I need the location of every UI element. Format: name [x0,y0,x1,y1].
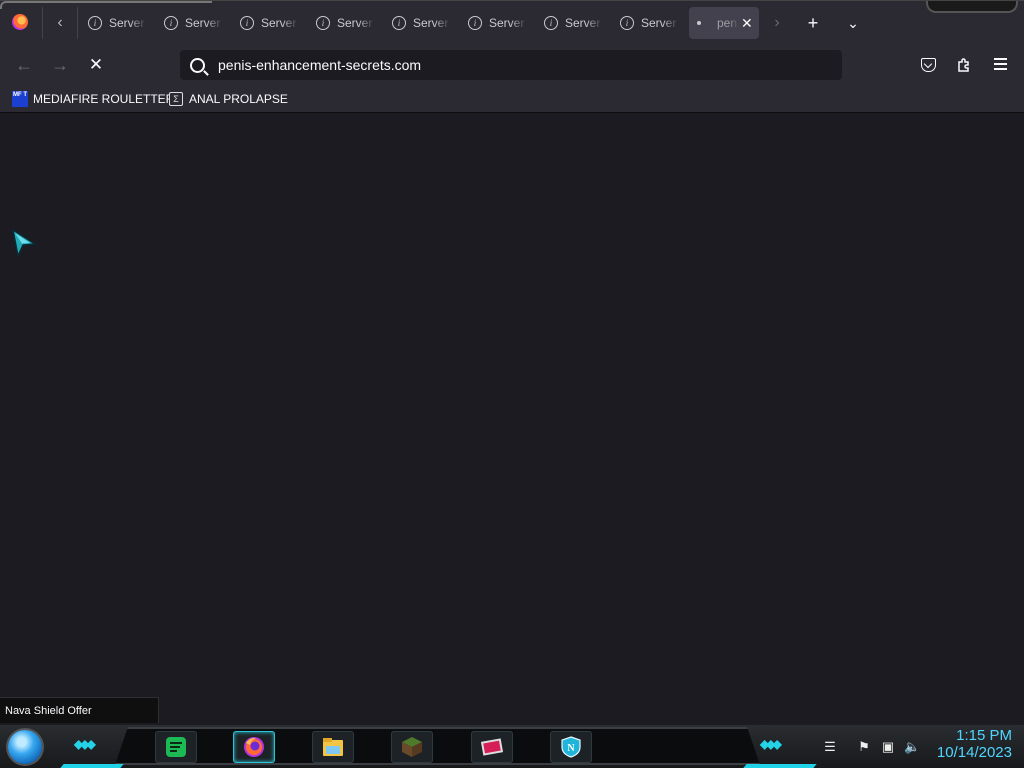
clock-time: 1:15 PM [956,727,1012,744]
pocket-button[interactable] [917,54,939,76]
bookmark-favicon-icon: Σ [169,92,183,106]
tab-label: Server [185,16,221,30]
new-tab-button[interactable]: + [803,13,823,33]
svg-text:N: N [567,743,575,754]
puzzle-icon [958,58,969,72]
bookmark-item[interactable]: MF T MEDIAFIRE ROULETTER [12,90,174,108]
app-menu-button[interactable] [989,54,1011,76]
info-icon: i [620,16,634,30]
tab[interactable]: i Server [536,7,606,39]
tab-label: Server [641,16,677,30]
tab[interactable]: i Server [80,7,150,39]
start-orb-button[interactable] [8,730,42,764]
list-all-tabs-button[interactable]: ⌄ [843,13,863,33]
info-icon: i [164,16,178,30]
bookmark-label: ANAL PROLAPSE [189,92,288,106]
bookmark-label: MEDIAFIRE ROULETTER [33,92,175,106]
show-hidden-icons[interactable]: ☰ [822,739,838,755]
extensions-button[interactable] [953,54,975,76]
stop-loading-button[interactable]: ✕ [85,54,107,76]
tab[interactable]: i Server [460,7,530,39]
taskbar-app-firefox[interactable] [233,731,275,763]
firefox-icon[interactable] [12,14,28,30]
tab[interactable]: i Server [308,7,378,39]
pocket-icon [920,58,936,72]
info-icon: i [88,16,102,30]
url-text[interactable]: penis-enhancement-secrets.com [218,57,421,73]
scroll-tabs-left-icon[interactable]: ‹ [50,13,70,33]
nava-shield-icon: N [561,736,581,758]
url-bar[interactable]: penis-enhancement-secrets.com [180,50,842,80]
tab-strip-divider [42,7,43,39]
info-icon: i [316,16,330,30]
window-frame-decoration-right [926,1,1018,13]
image-app-icon [480,738,504,756]
firefox-icon [244,737,264,757]
mouse-cursor-icon [11,228,38,259]
tab-strip: ‹ i Server i Server i Server i Server i … [0,0,1024,45]
taskbar-app-nava-shield[interactable]: N [550,731,592,763]
network-icon[interactable]: ▣ [880,739,896,755]
file-explorer-icon [323,738,343,756]
hamburger-menu-icon [993,58,1007,73]
note-app-icon [166,737,186,757]
taskbar-app-image-viewer[interactable] [471,731,513,763]
tab-active[interactable]: pen ✕ [689,7,759,39]
search-icon [190,57,205,73]
taskbar-app-minecraft[interactable] [391,731,433,763]
tab[interactable]: i Server [232,7,302,39]
chevron-decoration-icon: ◆◆◆ [760,737,782,751]
bookmarks-toolbar: MF T MEDIAFIRE ROULETTER Σ ANAL PROLAPSE [0,86,1024,113]
taskbar-app-band [115,727,760,765]
taskbar: ◆◆◆ ◆◆◆ N ☰ ⚑ ▣ 🔈 1:15 PM 10/14/2023 [0,725,1024,768]
clock-date: 10/14/2023 [936,744,1012,761]
tab-label: Server [261,16,297,30]
system-clock[interactable]: 1:15 PM 10/14/2023 [937,727,1012,761]
taskbar-app-file-explorer[interactable] [312,731,354,763]
forward-button[interactable]: → [49,54,71,76]
page-content-area[interactable] [0,113,1024,725]
tab-label: Server [413,16,449,30]
tab-label: Server [109,16,145,30]
scroll-tabs-right-icon[interactable]: › [767,13,787,33]
back-button[interactable]: ← [13,54,35,76]
flag-icon[interactable]: ⚑ [856,739,872,755]
tab-label: Server [337,16,373,30]
bookmark-item[interactable]: Σ ANAL PROLAPSE [169,90,288,108]
tab-label: pen [717,16,738,30]
tab[interactable]: i Server [384,7,454,39]
tab-strip-divider [77,7,78,39]
status-tooltip: Nava Shield Offer [0,697,159,723]
tab[interactable]: i Server [156,7,226,39]
tab-label: Server [565,16,601,30]
accent-stripe [60,764,124,768]
tab[interactable]: i Server [612,7,682,39]
navigation-toolbar: ← → ✕ penis-enhancement-secrets.com [0,44,1024,86]
info-icon: i [392,16,406,30]
mediafire-favicon-icon: MF T [12,91,28,107]
taskbar-app-notes[interactable] [155,731,197,763]
minecraft-icon [402,737,422,757]
close-tab-icon[interactable]: ✕ [741,15,753,32]
loading-dot-icon [697,21,701,25]
info-icon: i [544,16,558,30]
tab-label: Server [489,16,525,30]
volume-icon[interactable]: 🔈 [904,739,920,755]
info-icon: i [240,16,254,30]
chevron-decoration-icon: ◆◆◆ [74,737,96,751]
info-icon: i [468,16,482,30]
accent-stripe [743,764,817,768]
